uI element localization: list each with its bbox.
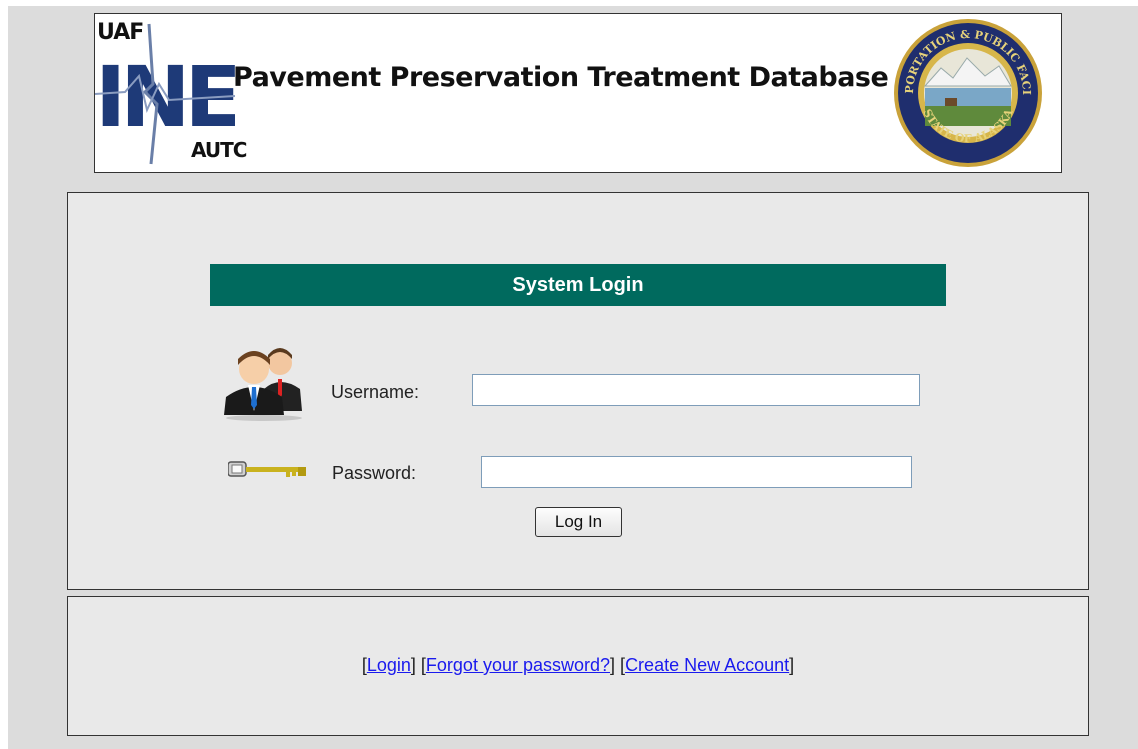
bracket-close: ] (789, 655, 795, 675)
logo-uaf-text: UAF (97, 20, 144, 45)
bracket-close: ] (410, 655, 416, 675)
password-label: Password: (332, 463, 417, 483)
header-banner: INE UAF AUTC Pavement Preservation Treat… (94, 13, 1062, 173)
logo-autc-text: AUTC (191, 138, 247, 162)
username-label: Username: (331, 382, 420, 402)
users-icon (224, 348, 302, 421)
login-button[interactable]: Log In (535, 507, 622, 537)
bracket-close: ] (610, 655, 616, 675)
create-account-link[interactable]: Create New Account (625, 655, 789, 675)
footer-links: [Login] [Forgot your password?] [Create … (68, 655, 1088, 676)
links-panel: [Login] [Forgot your password?] [Create … (67, 596, 1089, 736)
login-header: System Login (210, 264, 946, 306)
key-icon (228, 461, 306, 477)
page-title: Pavement Preservation Treatment Database (233, 62, 889, 93)
alaska-seal-icon: TRANSPORTATION & PUBLIC FACILITIES STATE… (891, 16, 1042, 167)
forgot-password-link[interactable]: Forgot your password? (426, 655, 610, 675)
login-link[interactable]: Login (367, 655, 411, 675)
password-input[interactable] (481, 456, 912, 488)
username-input[interactable] (472, 374, 920, 406)
login-panel: System Login Username: Password: Log In (67, 192, 1089, 590)
